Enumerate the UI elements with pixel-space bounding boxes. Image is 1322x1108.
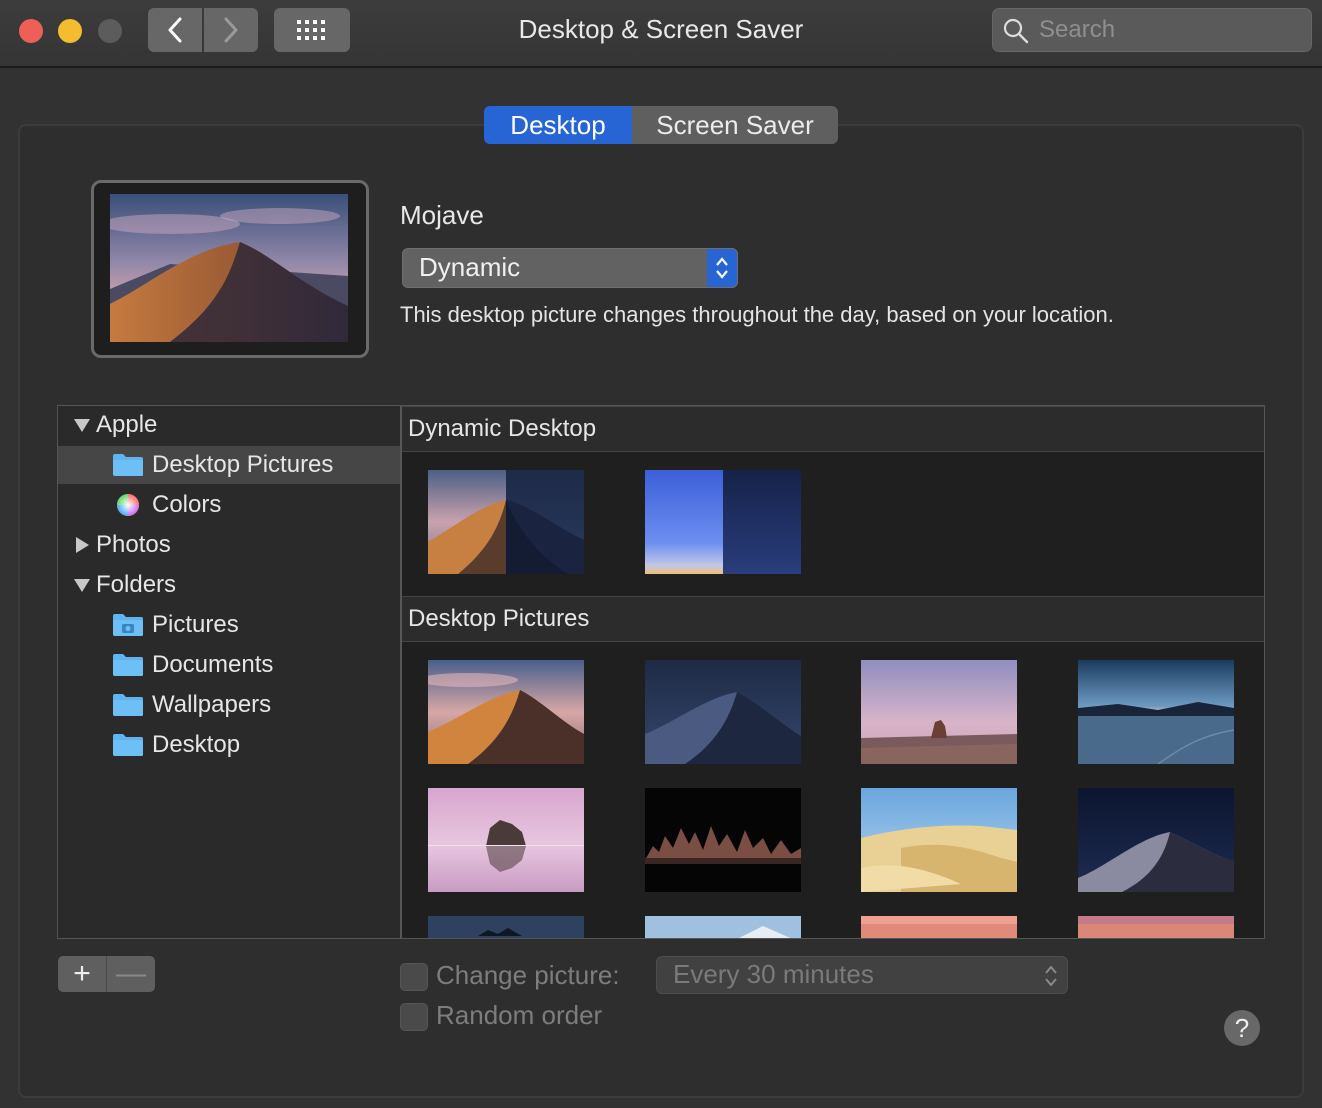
thumbnail-dry-lake[interactable] — [1078, 660, 1234, 764]
sidebar-item-label: Colors — [152, 491, 222, 518]
popup-arrows-icon — [707, 249, 737, 287]
interval-popup[interactable]: Every 30 minutes — [656, 956, 1068, 994]
section-title: Desktop Pictures — [408, 605, 590, 632]
sidebar-item-label: Photos — [96, 531, 171, 558]
section-title: Dynamic Desktop — [408, 415, 597, 442]
thumbnail-lake-dusk[interactable] — [428, 916, 584, 938]
add-folder-button[interactable]: + — [58, 956, 107, 992]
title-bar: Desktop & Screen Saver — [0, 0, 1322, 68]
picture-name: Mojave — [400, 200, 484, 230]
sidebar-item-label: Desktop — [152, 731, 241, 758]
thumbnail-mono-lake[interactable] — [428, 788, 584, 892]
random-order-checkbox[interactable] — [400, 1003, 428, 1031]
thumbnail-solar-gradients[interactable] — [645, 470, 801, 574]
thumbnail-sunset-clouds[interactable] — [1078, 916, 1234, 938]
search-field[interactable] — [992, 8, 1312, 52]
sidebar-item-desktop[interactable]: Desktop — [58, 726, 401, 764]
thumbnail-sand-dunes-day[interactable] — [861, 788, 1017, 892]
folder-icon — [113, 734, 143, 756]
disclosure-open-icon[interactable] — [72, 577, 92, 593]
sidebar-item-desktop-pictures[interactable]: Desktop Pictures — [58, 446, 401, 484]
picture-grid: Dynamic Desktop Desktop Pictures — [400, 405, 1265, 939]
disclosure-open-icon[interactable] — [72, 417, 92, 433]
thumbnail-pink-sunset[interactable] — [861, 916, 1017, 938]
sidebar-item-photos[interactable]: Photos — [58, 526, 401, 564]
appearance-value: Dynamic — [419, 252, 521, 282]
sidebar-item-folders[interactable]: Folders — [58, 566, 401, 604]
section-header-desktop-pictures: Desktop Pictures — [402, 596, 1264, 642]
sidebar-item-wallpapers[interactable]: Wallpapers — [58, 686, 401, 724]
popup-arrows-icon — [1045, 965, 1057, 987]
folder-icon — [113, 694, 143, 716]
disclosure-closed-icon[interactable] — [72, 536, 92, 554]
change-picture-label: Change picture: — [436, 960, 620, 990]
grid-icon — [297, 20, 325, 40]
sidebar-item-label: Documents — [152, 651, 274, 678]
sidebar-item-apple[interactable]: Apple — [58, 406, 401, 444]
sidebar-item-label: Desktop Pictures — [152, 451, 334, 478]
close-button[interactable] — [19, 19, 43, 43]
source-list: Apple Desktop Pictures Colors Photos Fol… — [57, 405, 401, 939]
minimize-button[interactable] — [58, 19, 82, 43]
help-button[interactable]: ? — [1224, 1010, 1260, 1046]
sidebar-item-documents[interactable]: Documents — [58, 646, 401, 684]
thumbnail-mojave-day[interactable] — [428, 660, 584, 764]
remove-folder-button[interactable]: — — [107, 956, 155, 992]
section-header-dynamic: Dynamic Desktop — [402, 406, 1264, 452]
tab-screen-saver[interactable]: Screen Saver — [632, 106, 838, 144]
thumbnail-tufa-night[interactable] — [645, 788, 801, 892]
sidebar-item-label: Wallpapers — [152, 691, 272, 718]
search-icon — [1003, 18, 1029, 44]
show-all-button[interactable] — [274, 8, 350, 52]
pictures-folder-icon — [113, 614, 143, 636]
picture-description: This desktop picture changes throughout … — [400, 302, 1114, 327]
sidebar-item-label: Pictures — [152, 611, 239, 638]
thumbnail-mojave-night[interactable] — [645, 660, 801, 764]
tab-desktop[interactable]: Desktop — [484, 106, 632, 144]
folder-icon — [113, 654, 143, 676]
current-picture-preview — [110, 194, 348, 342]
search-input[interactable] — [1037, 13, 1301, 47]
forward-button[interactable] — [204, 8, 258, 52]
random-order-label: Random order — [436, 1000, 603, 1030]
change-picture-checkbox[interactable] — [400, 963, 428, 991]
back-button[interactable] — [148, 8, 202, 52]
thumbnail-mojave-dynamic[interactable] — [428, 470, 584, 574]
appearance-popup[interactable]: Dynamic — [402, 248, 738, 288]
sidebar-item-colors[interactable]: Colors — [58, 486, 401, 524]
thumbnail-dune-night[interactable] — [1078, 788, 1234, 892]
color-wheel-icon — [117, 494, 139, 516]
zoom-button[interactable] — [98, 19, 122, 43]
sidebar-item-label: Folders — [96, 571, 177, 598]
chevron-right-icon — [224, 17, 238, 43]
sidebar-item-label: Apple — [96, 411, 158, 438]
interval-value: Every 30 minutes — [673, 959, 874, 989]
thumbnail-el-capitan-rock[interactable] — [861, 660, 1017, 764]
folder-icon — [113, 454, 143, 476]
thumbnail-mountain-snow[interactable] — [645, 916, 801, 938]
sidebar-item-pictures[interactable]: Pictures — [58, 606, 401, 644]
chevron-left-icon — [168, 17, 182, 43]
